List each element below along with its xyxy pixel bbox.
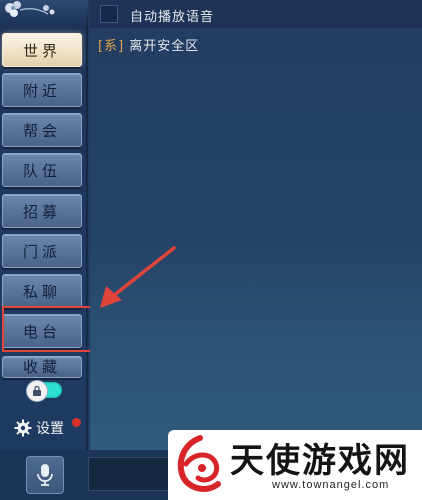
tab-recruit[interactable]: 招募 bbox=[2, 194, 82, 228]
tab-team[interactable]: 队伍 bbox=[2, 153, 82, 187]
channel-sidebar: 世界 附近 帮会 队伍 招募 门派 私聊 电台 收藏 设置 bbox=[0, 0, 88, 450]
tab-private-chat[interactable]: 私聊 bbox=[2, 274, 82, 308]
tab-nearby[interactable]: 附近 bbox=[2, 73, 82, 107]
flower-decoration-icon bbox=[5, 1, 55, 17]
lock-icon bbox=[26, 380, 48, 402]
autoplay-voice-label: 自动播放语音 bbox=[130, 10, 215, 25]
watermark-url: www.townangel.com bbox=[272, 479, 390, 491]
chat-panel: 自动播放语音 [系] 离开安全区 bbox=[90, 0, 422, 450]
arrow-annotation-icon bbox=[100, 246, 176, 308]
tab-sect[interactable]: 门派 bbox=[2, 234, 82, 268]
tab-guild[interactable]: 帮会 bbox=[2, 113, 82, 147]
watermark: 天使游戏网 www.townangel.com bbox=[168, 430, 422, 500]
notification-dot bbox=[72, 418, 81, 427]
tab-world[interactable]: 世界 bbox=[2, 33, 82, 67]
tab-favorites[interactable]: 收藏 bbox=[2, 356, 82, 378]
tab-radio[interactable]: 电台 bbox=[2, 314, 82, 348]
gear-icon bbox=[14, 419, 32, 437]
chat-message: [系] 离开安全区 bbox=[98, 35, 199, 54]
microphone-icon bbox=[37, 464, 53, 486]
chat-header: 自动播放语音 bbox=[90, 0, 422, 28]
watermark-text: 天使游戏网 bbox=[230, 441, 410, 481]
message-text: 离开安全区 bbox=[129, 39, 200, 54]
autoplay-voice-checkbox[interactable] bbox=[100, 5, 118, 23]
system-tag: [系] bbox=[98, 39, 125, 54]
voice-input-button[interactable] bbox=[26, 456, 64, 494]
settings-button[interactable]: 设置 bbox=[14, 417, 64, 439]
lock-toggle[interactable] bbox=[26, 380, 62, 402]
watermark-logo-icon bbox=[177, 435, 221, 492]
settings-label: 设置 bbox=[36, 421, 64, 437]
